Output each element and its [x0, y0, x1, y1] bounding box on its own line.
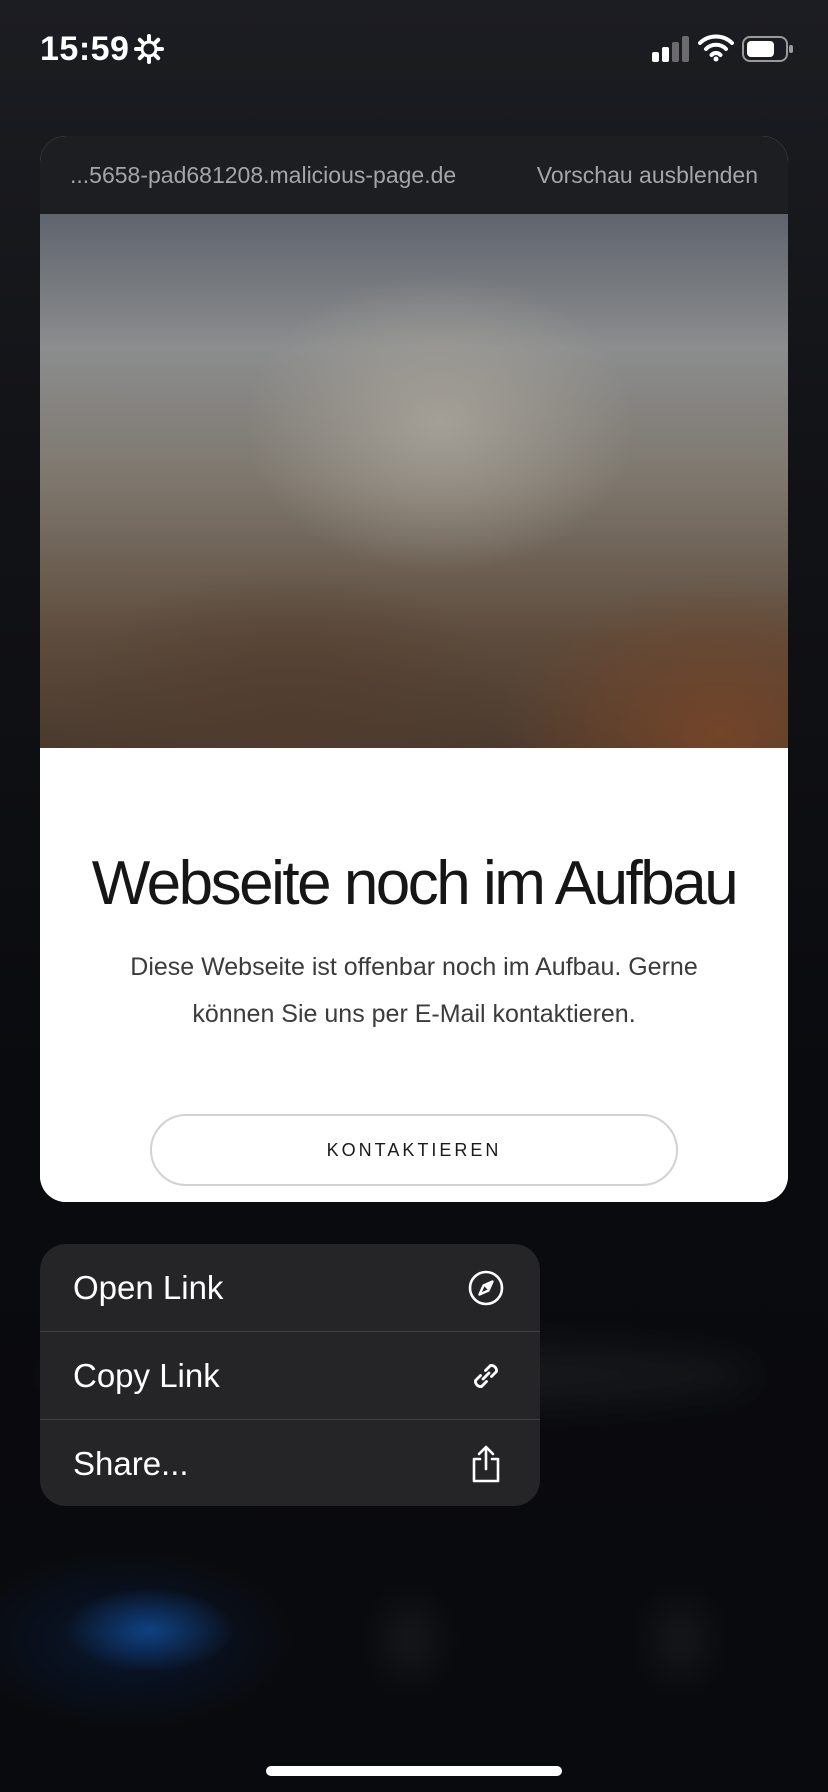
status-time: 15:59: [40, 30, 130, 68]
contact-button[interactable]: KONTAKTIEREN: [150, 1114, 678, 1186]
page-heading: Webseite noch im Aufbau: [91, 849, 739, 918]
preview-page-content: Webseite noch im Aufbau Diese Webseite i…: [40, 748, 788, 1202]
page-description: Diese Webseite ist offenbar noch im Aufb…: [130, 953, 698, 1028]
gear-icon: [134, 34, 164, 64]
status-bar: 15:59: [0, 0, 828, 100]
menu-item-label: Copy Link: [73, 1356, 220, 1394]
battery-icon: [742, 36, 794, 62]
preview-hero-image: [40, 214, 788, 748]
preview-header: ...5658-pad681208.malicious-page.de Vors…: [40, 136, 788, 214]
menu-item-label: Share...: [73, 1444, 189, 1482]
link-preview-card[interactable]: ...5658-pad681208.malicious-page.de Vors…: [40, 136, 788, 1202]
wifi-icon: [698, 34, 734, 62]
context-menu: Open Link Copy Link Share...: [40, 1244, 540, 1506]
menu-item-open-link[interactable]: Open Link: [40, 1244, 540, 1331]
hide-preview-button[interactable]: Vorschau ausblenden: [537, 162, 758, 189]
share-icon: [466, 1444, 506, 1484]
menu-item-share[interactable]: Share...: [40, 1420, 540, 1506]
background-blur: [650, 1600, 710, 1680]
menu-item-label: Open Link: [73, 1268, 224, 1306]
home-indicator[interactable]: [266, 1766, 562, 1776]
background-blur: [380, 1600, 440, 1680]
menu-item-copy-link[interactable]: Copy Link: [40, 1332, 540, 1419]
compass-icon: [466, 1268, 506, 1308]
screen: 15:59 ...5658-pad681208.malicious-page.d…: [0, 0, 828, 1792]
cellular-signal-icon: [652, 36, 690, 62]
link-icon: [466, 1356, 506, 1396]
preview-url: ...5658-pad681208.malicious-page.de: [70, 161, 457, 188]
